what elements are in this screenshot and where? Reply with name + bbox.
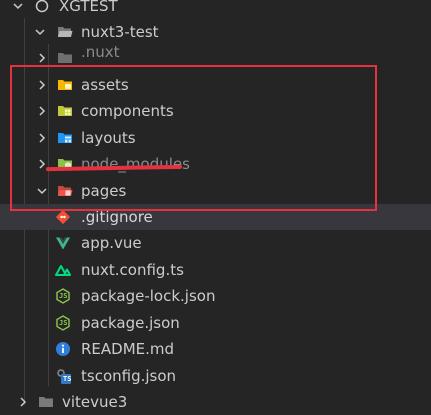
root-folder-row[interactable]: XGTEST xyxy=(0,0,431,19)
folder-row-components[interactable]: components xyxy=(0,98,431,124)
chevron-down-icon[interactable] xyxy=(33,25,47,39)
file-label: README.md xyxy=(81,340,175,358)
folder-open-icon xyxy=(58,27,73,37)
components-folder-icon xyxy=(58,106,72,116)
chevron-right-icon[interactable] xyxy=(35,157,49,171)
folder-label: assets xyxy=(81,76,129,94)
file-label: package-lock.json xyxy=(81,287,216,305)
file-row-readme[interactable]: README.md xyxy=(0,336,431,362)
sibling-folder-label: vitevue3 xyxy=(62,393,128,411)
root-folder-label: XGTEST xyxy=(59,0,118,15)
file-row-package-lock[interactable]: JS package-lock.json xyxy=(0,283,431,309)
folder-row-node-modules[interactable]: node_modules xyxy=(0,151,431,177)
layouts-folder-icon xyxy=(58,133,72,143)
git-icon xyxy=(55,209,71,225)
nuxt-folder-icon xyxy=(58,53,72,63)
folder-row-assets[interactable]: assets xyxy=(0,72,431,98)
vue-icon xyxy=(56,237,70,250)
folder-label: node_modules xyxy=(81,155,190,173)
chevron-right-icon[interactable] xyxy=(35,104,49,118)
project-folder-label: nuxt3-test xyxy=(81,23,159,41)
file-row-package-json[interactable]: JS package.json xyxy=(0,310,431,336)
file-label: app.vue xyxy=(81,234,142,252)
file-label: .gitignore xyxy=(81,208,153,226)
file-label: nuxt.config.ts xyxy=(81,261,184,279)
chevron-right-icon[interactable] xyxy=(35,78,49,92)
folder-label: components xyxy=(81,102,174,120)
folder-row-pages[interactable]: pages xyxy=(0,178,431,204)
folder-row-nuxt[interactable]: .nuxt xyxy=(0,43,431,71)
folder-label: layouts xyxy=(81,129,136,147)
file-label: package.json xyxy=(81,314,180,332)
chevron-down-icon[interactable] xyxy=(35,184,49,198)
nodejs-icon-js-mark: JS xyxy=(59,319,68,327)
file-row-gitignore[interactable]: .gitignore xyxy=(0,204,431,230)
chevron-right-icon[interactable] xyxy=(16,395,30,409)
node-modules-folder-icon xyxy=(58,159,72,169)
assets-folder-icon xyxy=(58,80,72,90)
folder-icon xyxy=(39,397,53,407)
typescript-icon-ts-mark: TS xyxy=(63,375,72,383)
project-folder-row[interactable]: nuxt3-test xyxy=(0,19,431,45)
folder-row-layouts[interactable]: layouts xyxy=(0,125,431,151)
nodejs-icon-js-mark: JS xyxy=(59,292,68,300)
sibling-folder-row[interactable]: vitevue3 xyxy=(0,389,431,415)
pages-folder-icon xyxy=(58,186,73,196)
file-row-nuxt-config[interactable]: nuxt.config.ts xyxy=(0,257,431,283)
file-explorer-tree: XGTEST nuxt3-test .nuxt assets component… xyxy=(0,0,431,411)
root-circle-icon xyxy=(35,0,49,13)
chevron-right-icon[interactable] xyxy=(35,51,49,65)
folder-label: pages xyxy=(81,182,127,200)
nuxt-icon xyxy=(55,265,71,276)
file-label: tsconfig.json xyxy=(81,367,177,385)
info-icon xyxy=(56,342,70,356)
chevron-right-icon[interactable] xyxy=(35,131,49,145)
file-row-app-vue[interactable]: app.vue xyxy=(0,230,431,256)
file-row-tsconfig[interactable]: TS tsconfig.json xyxy=(0,363,431,389)
folder-label: .nuxt xyxy=(81,43,120,61)
chevron-down-icon[interactable] xyxy=(11,0,25,13)
